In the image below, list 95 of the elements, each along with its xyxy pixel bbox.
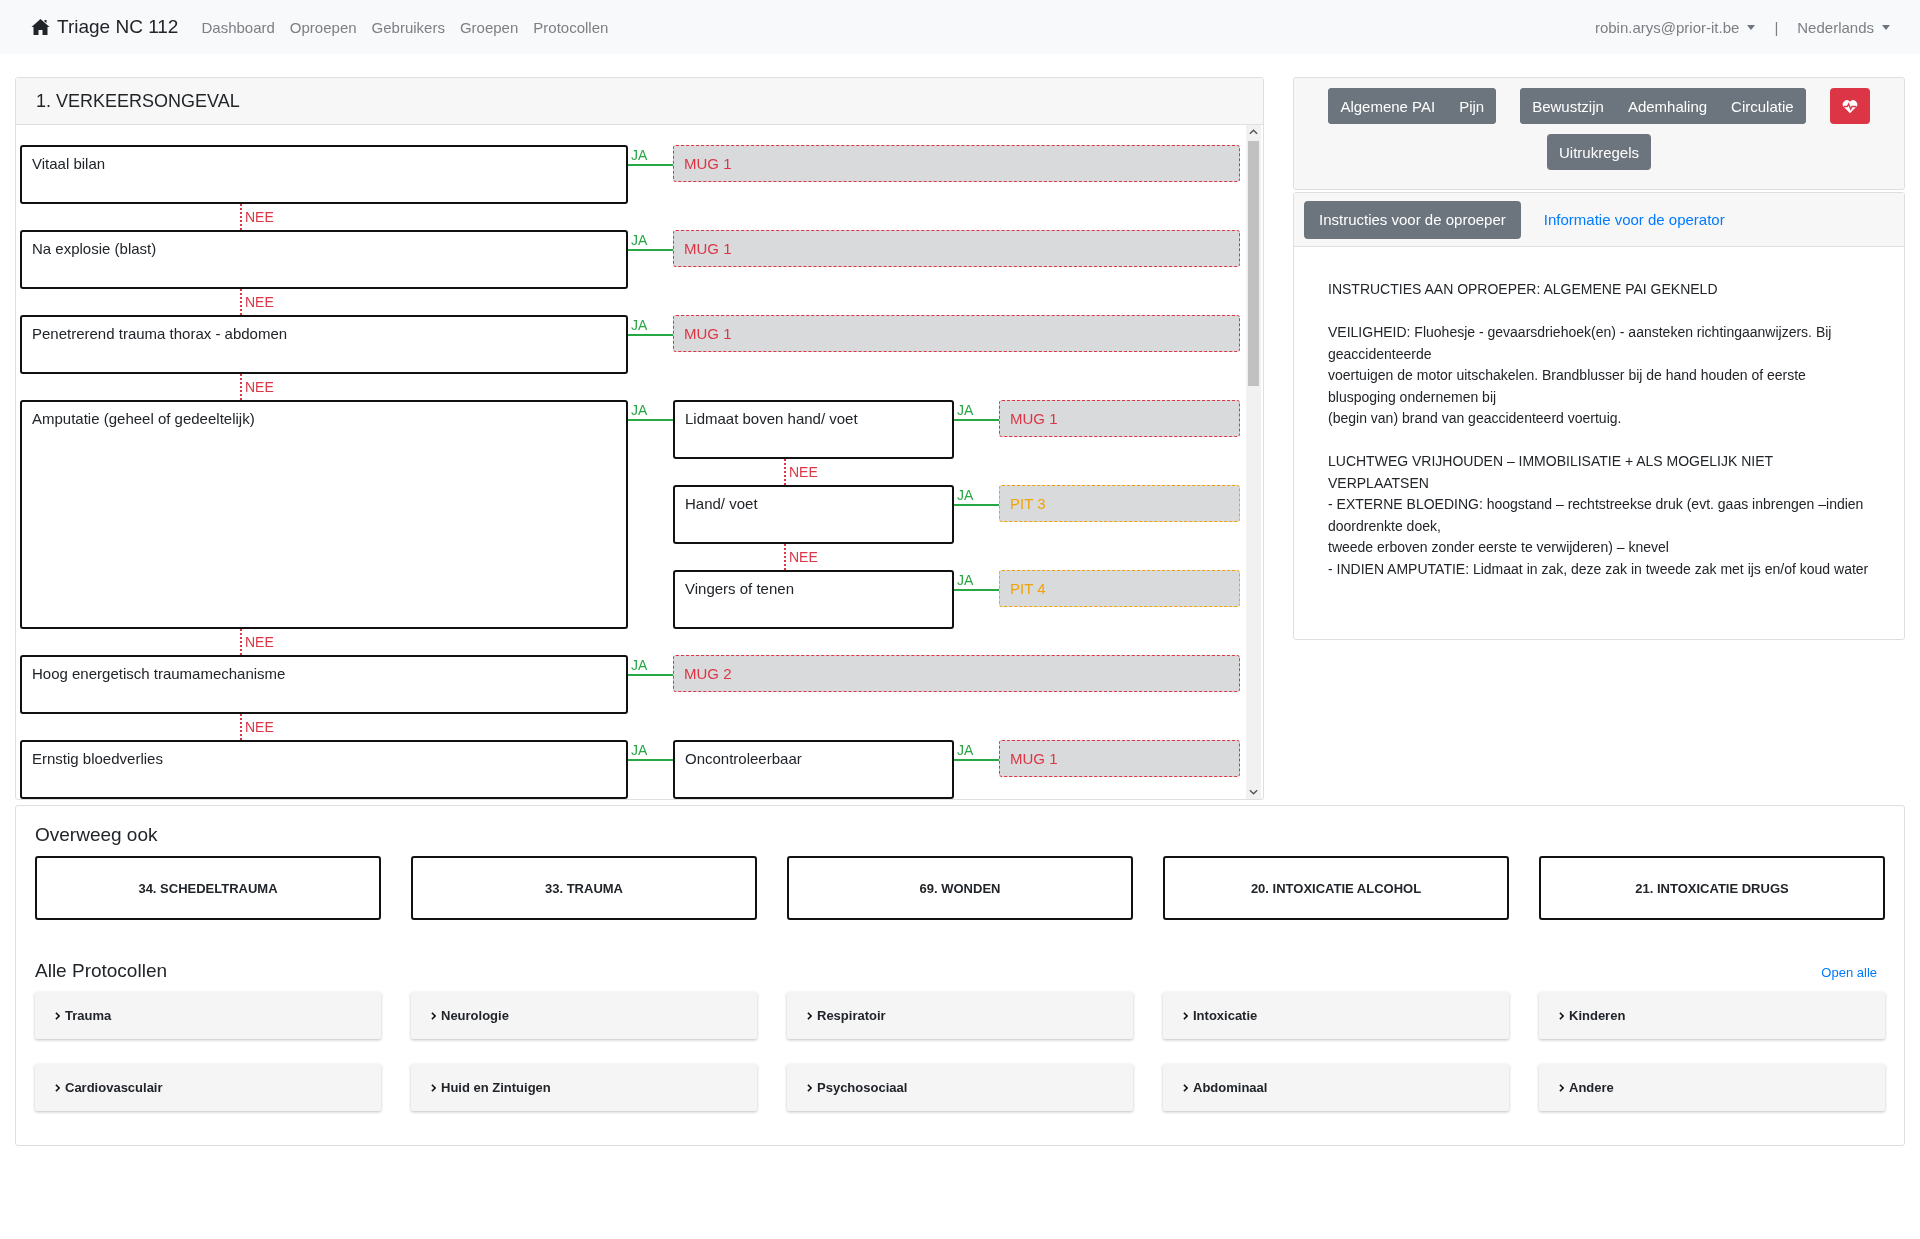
protocol-button[interactable]: 69. WONDEN xyxy=(787,856,1133,920)
no-label: NEE xyxy=(788,463,818,482)
yes-label: JA xyxy=(956,743,974,758)
category-toggle[interactable]: Psychosociaal xyxy=(787,1064,1133,1111)
question-node: Penetrerend trauma thorax - abdomen xyxy=(20,315,628,374)
yes-connector-line xyxy=(954,759,999,761)
question-node: Hand/ voet xyxy=(673,485,954,544)
nav-link[interactable]: Dashboard xyxy=(201,18,275,36)
chevron-right-icon xyxy=(431,1011,436,1020)
caret-icon xyxy=(1882,24,1890,30)
nav-link[interactable]: Gebruikers xyxy=(371,18,445,36)
no-label: NEE xyxy=(244,378,274,397)
question-node: Ernstig bloedverlies xyxy=(20,740,628,799)
question-node: Vitaal bilan xyxy=(20,145,628,204)
caret-icon xyxy=(1747,24,1756,30)
question-node: Na explosie (blast) xyxy=(20,230,628,289)
no-label: NEE xyxy=(244,208,274,227)
protocol-button[interactable]: 20. INTOXICATIE ALCOHOL xyxy=(1163,856,1509,920)
open-all-link[interactable]: Open alle xyxy=(1821,965,1877,980)
yes-connector-line xyxy=(954,589,999,591)
instruction-paragraph: VEILIGHEID: Fluohesje - gevaarsdriehoek(en) - aansteken richtingaanwijzers. Bij geaccidenteerde voertuigen de motor uitschakelen. Brandblusser bij de hand houden of eerste bluspoging ondernemen bij (begin van) brand van geaccidenteerd voertuig. xyxy=(1328,323,1833,428)
outcome-box: PIT 4 xyxy=(999,570,1240,607)
nav-link[interactable]: Protocollen xyxy=(533,18,609,36)
no-label: NEE xyxy=(244,633,274,652)
yes-connector-line xyxy=(954,419,999,421)
protocol-button[interactable]: 33. TRAUMA xyxy=(411,856,757,920)
language-menu[interactable]: Nederlands xyxy=(1797,18,1890,36)
outcome-box: MUG 1 xyxy=(673,145,1240,182)
yes-label: JA xyxy=(630,148,648,163)
yes-connector-line xyxy=(628,164,673,166)
heartbeat-icon xyxy=(1841,98,1858,114)
category-toggle[interactable]: Respiratoir xyxy=(787,992,1133,1039)
yes-connector-line xyxy=(954,504,999,506)
category-toggle[interactable]: Cardiovasculair xyxy=(35,1064,381,1111)
user-menu[interactable]: robin.arys@prior-it.be xyxy=(1594,18,1756,36)
chevron-right-icon xyxy=(431,1083,436,1092)
category-toggle[interactable]: Andere xyxy=(1539,1064,1885,1111)
section-title: Alle Protocollen xyxy=(35,960,168,982)
chevron-right-icon xyxy=(807,1083,812,1092)
question-node: Amputatie (geheel of gedeeltelijk) xyxy=(20,400,628,629)
no-label: NEE xyxy=(244,293,274,312)
question-node: Oncontroleerbaar xyxy=(673,740,954,799)
separator: | xyxy=(1773,18,1780,36)
yes-connector-line xyxy=(628,334,673,336)
scrollbar-thumb[interactable] xyxy=(1248,141,1259,386)
nav-link[interactable]: Oproepen xyxy=(289,18,357,36)
yes-label: JA xyxy=(630,658,648,673)
chevron-right-icon xyxy=(1183,1083,1188,1092)
yes-label: JA xyxy=(630,318,648,333)
category-toggle[interactable]: Neurologie xyxy=(411,992,757,1039)
nav-link[interactable]: Groepen xyxy=(459,18,519,36)
home-icon xyxy=(30,18,51,36)
yes-connector-line xyxy=(628,249,673,251)
protocol-title: 1. VERKEERSONGEVAL xyxy=(36,90,240,112)
chevron-right-icon xyxy=(1559,1083,1564,1092)
chevron-right-icon xyxy=(1559,1011,1564,1020)
category-toggle[interactable]: Intoxicatie xyxy=(1163,992,1509,1039)
question-node: Vingers of tenen xyxy=(673,570,954,629)
question-node: Lidmaat boven hand/ voet xyxy=(673,400,954,459)
outcome-box: PIT 3 xyxy=(999,485,1240,522)
protocol-button[interactable]: 21. INTOXICATIE DRUGS xyxy=(1539,856,1885,920)
no-label: NEE xyxy=(788,548,818,567)
category-toggle[interactable]: Kinderen xyxy=(1539,992,1885,1039)
heart-button[interactable] xyxy=(1829,88,1870,124)
protocol-button[interactable]: 34. SCHEDELTRAUMA xyxy=(35,856,381,920)
chevron-right-icon xyxy=(807,1011,812,1020)
chevron-right-icon xyxy=(1183,1011,1188,1020)
section-title: Overweeg ook xyxy=(35,824,159,846)
scrollbar[interactable] xyxy=(1246,125,1261,799)
category-toggle[interactable]: Trauma xyxy=(35,992,381,1039)
no-label: NEE xyxy=(244,718,274,737)
yes-label: JA xyxy=(956,573,974,588)
yes-label: JA xyxy=(630,743,648,758)
outcome-box: MUG 1 xyxy=(673,315,1240,352)
tab[interactable]: Instructies voor de oproeper xyxy=(1304,200,1521,239)
chevron-right-icon xyxy=(55,1011,60,1020)
instruction-paragraph: INSTRUCTIES AAN OPROEPER: ALGEMENE PAI GEKNELD xyxy=(1328,280,1719,299)
yes-label: JA xyxy=(956,488,974,503)
outcome-box: MUG 1 xyxy=(999,400,1240,437)
tab[interactable]: Informatie voor de operator xyxy=(1528,200,1740,239)
brand-link[interactable]: Triage NC 112 xyxy=(30,16,179,38)
yes-connector-line xyxy=(628,674,673,676)
category-toggle[interactable]: Abdominaal xyxy=(1163,1064,1509,1111)
yes-label: JA xyxy=(956,403,974,418)
category-toggle[interactable]: Huid en Zintuigen xyxy=(411,1064,757,1111)
outcome-box: MUG 1 xyxy=(673,230,1240,267)
yes-label: JA xyxy=(630,403,648,418)
yes-label: JA xyxy=(630,233,648,248)
outcome-box: MUG 2 xyxy=(673,655,1240,692)
question-node: Hoog energetisch traumamechanisme xyxy=(20,655,628,714)
yes-connector-line xyxy=(628,759,673,761)
outcome-box: MUG 1 xyxy=(999,740,1240,777)
chevron-right-icon xyxy=(55,1083,60,1092)
instruction-paragraph: LUCHTWEG VRIJHOUDEN – IMMOBILISATIE + ALS MOGELIJK NIET VERPLAATSEN - EXTERNE BLOEDING: hoogstand – rechtstreekse druk (evt. gaas inbrengen –indien doordrenkte doek, tweede erboven zonder eerste te verwijderen) – knevel - INDIEN AMPUTATIE: Lidmaat in zak, deze zak in tweede zak met ijs en/of koud water xyxy=(1328,452,1870,579)
yes-connector-line xyxy=(628,419,673,421)
